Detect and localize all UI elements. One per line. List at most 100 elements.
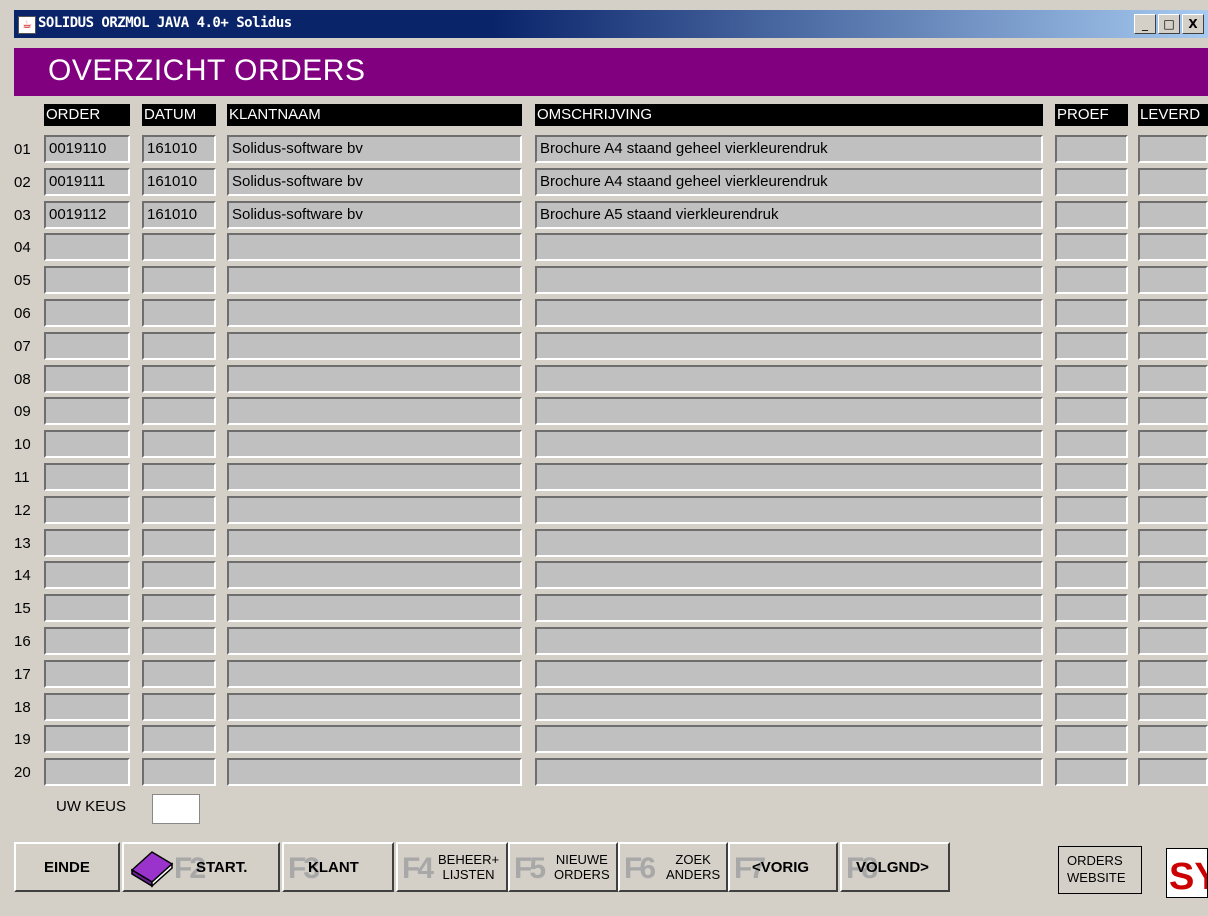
proef-cell[interactable] [1055,397,1128,425]
omschrijving-cell[interactable] [535,463,1043,491]
datum-cell[interactable] [142,463,216,491]
maximize-button[interactable]: □ [1158,14,1180,34]
omschrijving-cell[interactable] [535,693,1043,721]
datum-cell[interactable] [142,660,216,688]
leverd-cell[interactable] [1138,496,1208,524]
leverd-cell[interactable] [1138,561,1208,589]
klantnaam-cell[interactable]: Solidus-software bv [227,135,522,163]
klantnaam-cell[interactable] [227,561,522,589]
leverd-cell[interactable] [1138,529,1208,557]
leverd-cell[interactable] [1138,397,1208,425]
datum-cell[interactable] [142,233,216,261]
proef-cell[interactable] [1055,332,1128,360]
omschrijving-cell[interactable] [535,594,1043,622]
leverd-cell[interactable] [1138,758,1208,786]
order-cell[interactable] [44,758,130,786]
orders-website-button[interactable]: ORDERS WEBSITE [1058,846,1142,894]
omschrijving-cell[interactable] [535,233,1043,261]
klantnaam-cell[interactable] [227,299,522,327]
proef-cell[interactable] [1055,725,1128,753]
proef-cell[interactable] [1055,693,1128,721]
order-cell[interactable] [44,594,130,622]
klantnaam-cell[interactable] [227,233,522,261]
omschrijving-cell[interactable] [535,266,1043,294]
leverd-cell[interactable] [1138,168,1208,196]
klantnaam-cell[interactable] [227,463,522,491]
proef-cell[interactable] [1055,463,1128,491]
klantnaam-cell[interactable] [227,529,522,557]
datum-cell[interactable] [142,627,216,655]
order-cell[interactable] [44,627,130,655]
leverd-cell[interactable] [1138,430,1208,458]
start-button[interactable]: F2 START. [122,842,280,892]
order-cell[interactable] [44,561,130,589]
order-cell[interactable] [44,365,130,393]
datum-cell[interactable]: 161010 [142,135,216,163]
datum-cell[interactable] [142,299,216,327]
leverd-cell[interactable] [1138,693,1208,721]
order-cell[interactable] [44,693,130,721]
omschrijving-cell[interactable] [535,332,1043,360]
klantnaam-cell[interactable] [227,496,522,524]
klantnaam-cell[interactable] [227,266,522,294]
leverd-cell[interactable] [1138,266,1208,294]
leverd-cell[interactable] [1138,365,1208,393]
klantnaam-cell[interactable] [227,397,522,425]
proef-cell[interactable] [1055,594,1128,622]
omschrijving-cell[interactable] [535,627,1043,655]
proef-cell[interactable] [1055,529,1128,557]
klantnaam-cell[interactable] [227,430,522,458]
vorig-button[interactable]: F7 <VORIG [728,842,838,892]
close-button[interactable]: X [1182,14,1204,34]
omschrijving-cell[interactable] [535,529,1043,557]
omschrijving-cell[interactable]: Brochure A5 staand vierkleurendruk [535,201,1043,229]
klantnaam-cell[interactable]: Solidus-software bv [227,201,522,229]
klantnaam-cell[interactable] [227,627,522,655]
omschrijving-cell[interactable]: Brochure A4 staand geheel vierkleurendru… [535,168,1043,196]
omschrijving-cell[interactable] [535,299,1043,327]
proef-cell[interactable] [1055,266,1128,294]
klant-button[interactable]: F3 KLANT [282,842,394,892]
datum-cell[interactable] [142,693,216,721]
datum-cell[interactable] [142,561,216,589]
leverd-cell[interactable] [1138,332,1208,360]
order-cell[interactable] [44,266,130,294]
leverd-cell[interactable] [1138,201,1208,229]
leverd-cell[interactable] [1138,233,1208,261]
klantnaam-cell[interactable] [227,594,522,622]
datum-cell[interactable] [142,725,216,753]
proef-cell[interactable] [1055,430,1128,458]
datum-cell[interactable] [142,529,216,557]
order-cell[interactable] [44,233,130,261]
proef-cell[interactable] [1055,135,1128,163]
order-cell[interactable]: 0019112 [44,201,130,229]
order-cell[interactable] [44,660,130,688]
order-cell[interactable] [44,529,130,557]
proef-cell[interactable] [1055,758,1128,786]
datum-cell[interactable] [142,266,216,294]
klantnaam-cell[interactable]: Solidus-software bv [227,168,522,196]
omschrijving-cell[interactable] [535,430,1043,458]
choice-input[interactable] [152,794,200,824]
leverd-cell[interactable] [1138,725,1208,753]
klantnaam-cell[interactable] [227,332,522,360]
omschrijving-cell[interactable] [535,496,1043,524]
datum-cell[interactable]: 161010 [142,201,216,229]
order-cell[interactable] [44,332,130,360]
proef-cell[interactable] [1055,496,1128,524]
leverd-cell[interactable] [1138,660,1208,688]
datum-cell[interactable] [142,430,216,458]
proef-cell[interactable] [1055,201,1128,229]
leverd-cell[interactable] [1138,299,1208,327]
proef-cell[interactable] [1055,168,1128,196]
datum-cell[interactable] [142,496,216,524]
proef-cell[interactable] [1055,233,1128,261]
proef-cell[interactable] [1055,627,1128,655]
omschrijving-cell[interactable] [535,561,1043,589]
proef-cell[interactable] [1055,365,1128,393]
datum-cell[interactable] [142,332,216,360]
nieuwe-orders-button[interactable]: F5 NIEUWE ORDERS [508,842,618,892]
leverd-cell[interactable] [1138,627,1208,655]
omschrijving-cell[interactable] [535,725,1043,753]
minimize-button[interactable]: _ [1134,14,1156,34]
